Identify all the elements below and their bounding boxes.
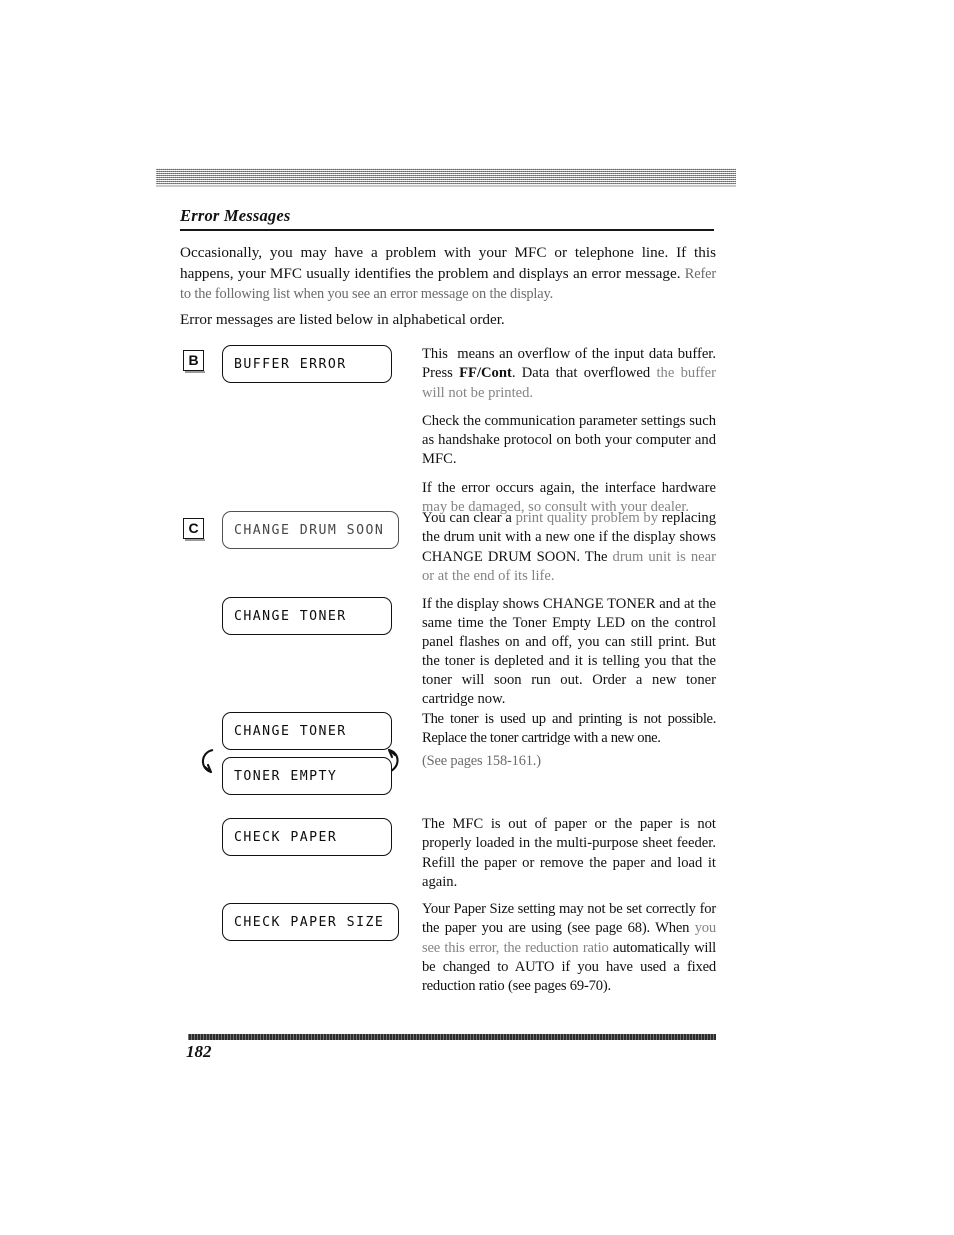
alpha-badge-c: C (183, 518, 205, 541)
desc-paragraph: If the display shows CHANGE TONER and at… (422, 596, 716, 707)
desc-faded-fragment: you see this error, the reduction ratio (422, 920, 716, 956)
desc-paragraph: The toner is used up and printing is not… (422, 711, 716, 747)
lcd-display-change-toner: CHANGE TONER (222, 597, 392, 635)
lcd-display-change-drum-soon: CHANGE DRUM SOON (222, 511, 399, 549)
desc-faded-fragment: print quality problem by (515, 510, 658, 526)
desc-paragraph: The MFC is out of paper or the paper is … (422, 816, 716, 890)
lcd-text: CHECK PAPER (234, 830, 338, 845)
desc-paragraph-page-ref: (See pages 158-161.) (422, 752, 541, 769)
lcd-display-change-toner-cycle: CHANGE TONER (222, 712, 392, 750)
lcd-text: BUFFER ERROR (234, 357, 347, 372)
intro-paragraph-1: Occasionally, you may have a problem wit… (180, 243, 716, 305)
desc-paragraph: Your Paper Size setting may not be set c… (422, 901, 716, 995)
lcd-text: CHECK PAPER SIZE (234, 915, 385, 930)
intro-paragraph-2: Error messages are listed below in alpha… (180, 311, 505, 328)
curved-arrow-left (201, 748, 214, 773)
page-number: 182 (186, 1042, 212, 1061)
desc-paragraph: You can clear a print quality problem by… (422, 510, 716, 584)
curved-arrow-left-head (203, 763, 213, 774)
lcd-text: TONER EMPTY (234, 769, 338, 784)
alpha-badge-b: B (183, 350, 205, 373)
curved-arrow-right-head (387, 748, 397, 759)
lcd-display-buffer-error: BUFFER ERROR (222, 345, 392, 383)
lcd-display-check-paper-size: CHECK PAPER SIZE (222, 903, 399, 941)
error-description-change-toner: If the display shows CHANGE TONER and at… (422, 595, 716, 709)
lcd-display-check-paper: CHECK PAPER (222, 818, 392, 856)
lcd-text: CHANGE DRUM SOON (234, 523, 385, 538)
lcd-text: CHANGE TONER (234, 609, 347, 624)
page-title: Error Messages (180, 206, 291, 225)
error-description-buffer-error: This means an overflow of the input data… (422, 345, 716, 517)
heading-divider (180, 229, 714, 231)
footer-divider (188, 1034, 716, 1040)
header-decorative-band (156, 168, 736, 187)
desc-faded-fragment: drum unit is near or at the end of its l… (422, 548, 716, 584)
error-description-toner-empty: The toner is used up and printing is not… (422, 710, 716, 771)
lcd-text: CHANGE TONER (234, 724, 347, 739)
lcd-display-toner-empty: TONER EMPTY (222, 757, 392, 795)
bold-key-ff-cont: FF/Cont (459, 365, 512, 382)
intro-line-1: Occasionally, you may have a problem wit… (180, 244, 716, 261)
manual-page: Error Messages Occasionally, you may hav… (0, 0, 954, 1235)
desc-paragraph: This means an overflow of the input data… (422, 346, 716, 401)
error-description-change-drum-soon: You can clear a print quality problem by… (422, 509, 716, 586)
intro-line-2: happens, your MFC usually identifies the… (180, 264, 681, 282)
desc-paragraph: Check the communication parameter settin… (422, 412, 716, 468)
error-description-check-paper-size: Your Paper Size setting may not be set c… (422, 900, 716, 996)
error-description-check-paper: The MFC is out of paper or the paper is … (422, 815, 716, 892)
